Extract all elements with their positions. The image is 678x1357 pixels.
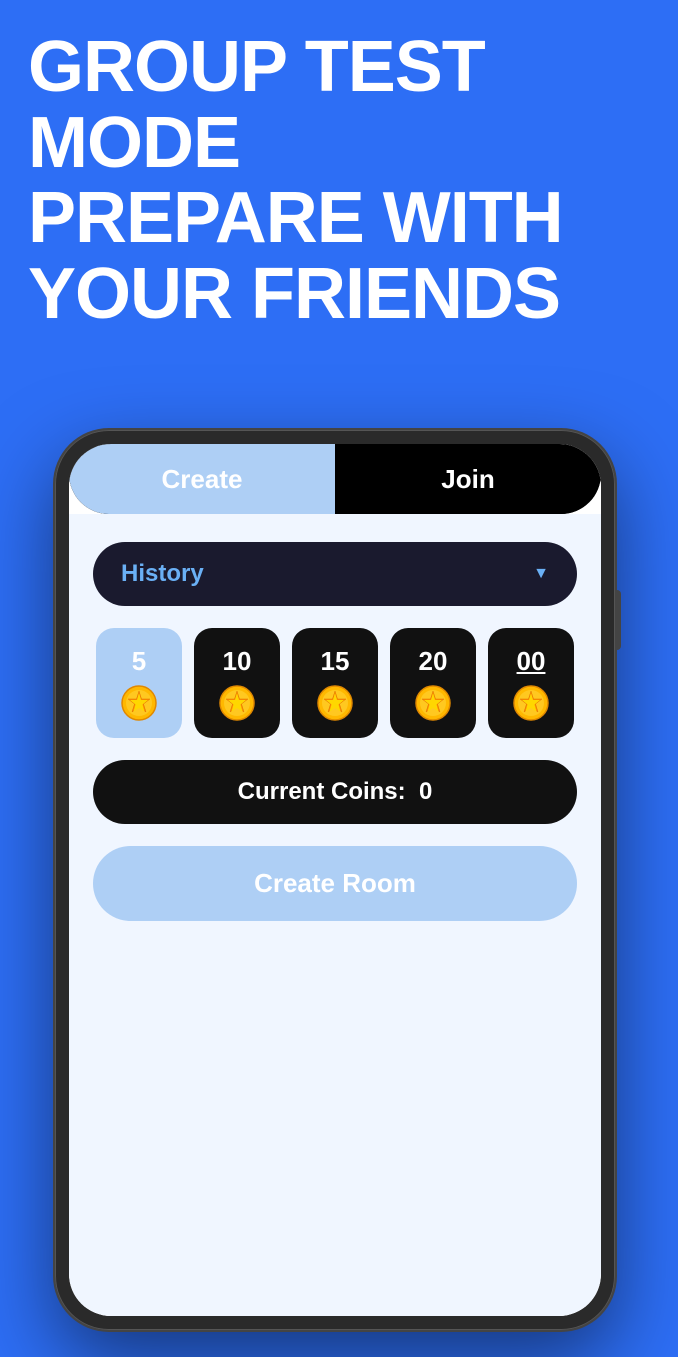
create-room-label: Create Room bbox=[254, 868, 416, 899]
hero-title-line2: PREPARE WITH bbox=[28, 178, 563, 258]
create-room-button[interactable]: Create Room bbox=[93, 846, 577, 921]
tab-create-label: Create bbox=[162, 464, 243, 495]
tab-join[interactable]: Join bbox=[335, 444, 601, 514]
coin-card-5[interactable]: 5 bbox=[96, 628, 182, 738]
coin-value-00: 00 bbox=[517, 646, 546, 677]
history-label: History bbox=[121, 560, 204, 588]
phone-frame: Create Join History ▼ bbox=[55, 430, 615, 1330]
coin-card-00[interactable]: 00 bbox=[488, 628, 574, 738]
coin-card-15[interactable]: 15 bbox=[292, 628, 378, 738]
coin-card-20[interactable]: 20 bbox=[390, 628, 476, 738]
phone-screen: Create Join History ▼ bbox=[69, 444, 601, 1316]
coin-icon-10 bbox=[219, 685, 255, 721]
hero-section: GROUP TEST MODE PREPARE WITH YOUR FRIEND… bbox=[28, 30, 650, 332]
coins-label-text: Current Coins: bbox=[238, 778, 406, 805]
coin-value-10: 10 bbox=[223, 646, 252, 677]
current-coins-display: Current Coins: 0 bbox=[93, 760, 577, 824]
hero-title-line1: GROUP TEST MODE bbox=[28, 27, 485, 183]
coin-icon-00 bbox=[513, 685, 549, 721]
coin-icon-5 bbox=[121, 685, 157, 721]
coin-card-10[interactable]: 10 bbox=[194, 628, 280, 738]
tab-create[interactable]: Create bbox=[69, 444, 335, 514]
tab-bar: Create Join bbox=[69, 444, 601, 514]
history-dropdown[interactable]: History ▼ bbox=[93, 542, 577, 606]
content-area: History ▼ 5 bbox=[69, 514, 601, 1316]
phone-mockup: Create Join History ▼ bbox=[55, 430, 648, 1357]
coins-value-text: 0 bbox=[419, 778, 432, 805]
coin-options-row: 5 10 bbox=[93, 628, 577, 738]
dropdown-arrow-icon: ▼ bbox=[533, 565, 549, 583]
current-coins-label: Current Coins: 0 bbox=[238, 778, 433, 806]
coin-value-5: 5 bbox=[132, 646, 146, 677]
hero-title: GROUP TEST MODE PREPARE WITH YOUR FRIEND… bbox=[28, 30, 650, 332]
coin-icon-15 bbox=[317, 685, 353, 721]
hero-title-line3: YOUR FRIENDS bbox=[28, 254, 560, 334]
coin-value-20: 20 bbox=[419, 646, 448, 677]
coin-icon-20 bbox=[415, 685, 451, 721]
tab-join-label: Join bbox=[441, 464, 494, 495]
coin-value-15: 15 bbox=[321, 646, 350, 677]
app-content: Create Join History ▼ bbox=[69, 444, 601, 1316]
